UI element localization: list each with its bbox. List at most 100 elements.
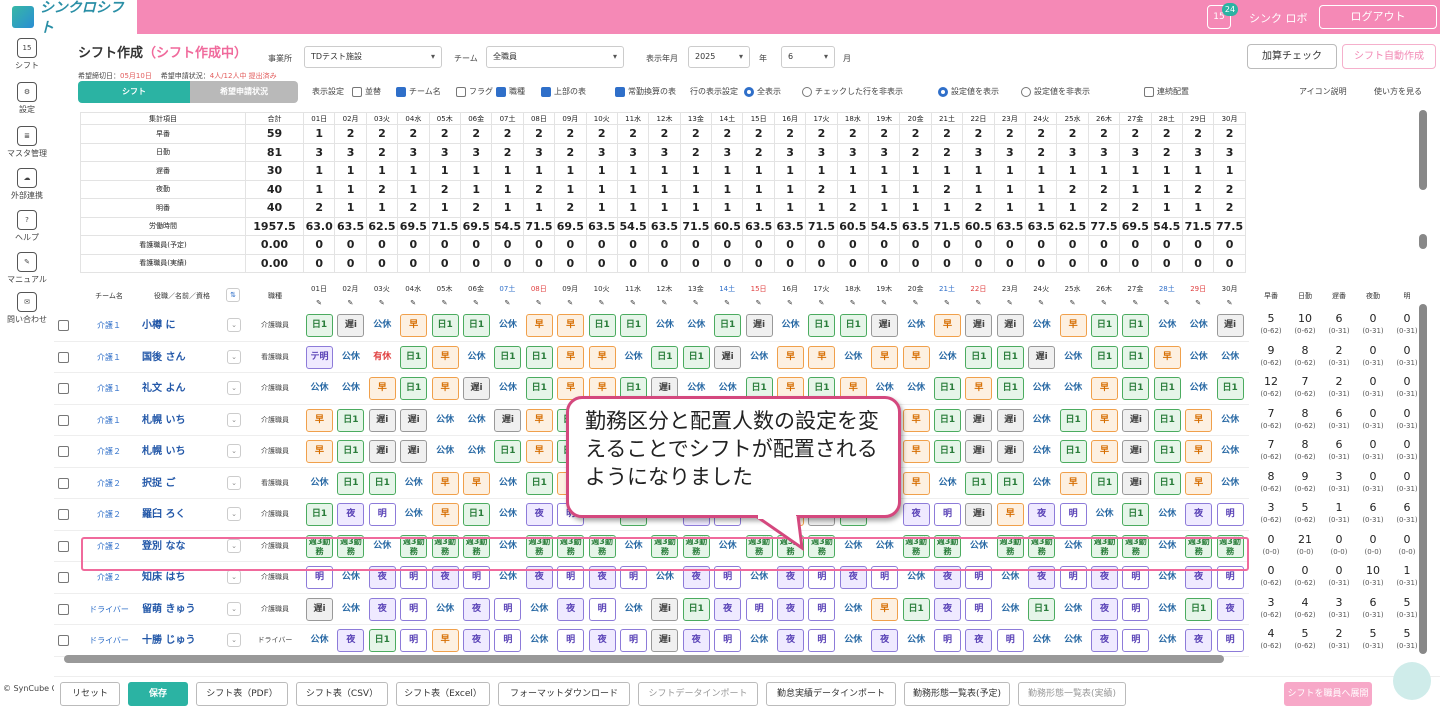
shift-cell[interactable]: 早 xyxy=(902,440,930,463)
shift-cell[interactable]: 遅i xyxy=(1122,440,1150,463)
shift-cell[interactable]: 遅i xyxy=(306,597,333,621)
day-column-header[interactable]: 16月 ✎ xyxy=(775,282,805,310)
attendance-import-button[interactable]: 勤怠実績データインポート xyxy=(766,682,896,706)
checkbox-icon[interactable] xyxy=(1144,86,1154,97)
shift-cell[interactable]: 夜 xyxy=(588,629,616,652)
shift-cell[interactable]: 公休 xyxy=(1216,471,1244,495)
chevron-down-icon[interactable]: ⌄ xyxy=(227,318,241,332)
shift-cell[interactable]: 早 xyxy=(1091,440,1118,463)
day-column-header[interactable]: 09月 ✎ xyxy=(555,282,585,310)
sidebar-item-3[interactable]: ☁ 外部連携 xyxy=(0,168,54,201)
shift-cell[interactable]: 遅i xyxy=(337,314,365,337)
shift-cell[interactable]: 日1 xyxy=(1028,597,1056,621)
shift-cell[interactable]: 公休 xyxy=(431,408,459,432)
shift-cell[interactable]: 日1 xyxy=(1153,440,1181,463)
shift-cell[interactable]: 公休 xyxy=(1153,503,1181,526)
shift-cell[interactable]: 公休 xyxy=(745,629,773,652)
shift-cell[interactable]: 明 xyxy=(368,503,396,526)
reset-button[interactable]: リセット xyxy=(60,682,120,706)
shift-cell[interactable]: 公休 xyxy=(306,629,333,652)
shift-cell[interactable]: 公休 xyxy=(431,440,459,463)
actual-list-button[interactable]: 勤務形態一覧表(実績) xyxy=(1018,682,1126,706)
shift-cell[interactable]: 明 xyxy=(1122,597,1150,621)
shift-cell[interactable]: 夜 xyxy=(337,503,365,526)
pencil-icon[interactable]: ✎ xyxy=(1026,296,1056,310)
shift-cell[interactable]: 日1 xyxy=(400,377,428,400)
app-logo[interactable]: シンクロシフト xyxy=(0,0,137,36)
shift-cell[interactable]: 夜 xyxy=(1216,597,1244,621)
pencil-icon[interactable]: ✎ xyxy=(901,296,931,310)
day-column-header[interactable]: 07土 ✎ xyxy=(492,282,522,310)
shift-cell[interactable]: 公休 xyxy=(463,408,490,432)
shift-cell[interactable]: 早 xyxy=(525,314,553,337)
shift-cell[interactable]: 遅i xyxy=(400,408,428,432)
chevron-down-icon[interactable]: ⌄ xyxy=(227,349,241,364)
shift-cell[interactable]: 遅i xyxy=(965,503,993,526)
shift-cell[interactable]: 日1 xyxy=(400,345,428,369)
shift-cell[interactable]: 公休 xyxy=(1028,314,1056,337)
row-checkbox[interactable] xyxy=(58,635,69,646)
row-checkbox[interactable] xyxy=(58,603,69,615)
row-checkbox[interactable] xyxy=(58,509,69,520)
shift-cell[interactable]: 公休 xyxy=(839,597,867,621)
shift-cell[interactable]: 早 xyxy=(400,314,428,337)
month-select[interactable]: 6 xyxy=(781,46,835,68)
shift-cell[interactable]: 公休 xyxy=(620,345,647,369)
import-button[interactable]: シフトデータインポート xyxy=(638,682,758,706)
shift-cell[interactable]: 公休 xyxy=(902,314,930,337)
pencil-icon[interactable]: ✎ xyxy=(869,296,899,310)
day-column-header[interactable]: 11水 ✎ xyxy=(618,282,648,310)
shift-cell[interactable]: 公休 xyxy=(431,597,459,621)
checkbox-icon[interactable] xyxy=(456,86,466,97)
checkbox-icon[interactable] xyxy=(496,86,506,97)
sidebar-item-0[interactable]: 15 シフト xyxy=(0,38,54,71)
shift-cell[interactable]: 日1 xyxy=(1153,471,1181,495)
shift-cell[interactable]: テ明 xyxy=(306,345,333,369)
shift-cell[interactable]: 日1 xyxy=(965,471,993,495)
shift-cell[interactable]: 早 xyxy=(368,377,396,400)
shift-cell[interactable]: 日1 xyxy=(1091,345,1118,369)
shift-cell[interactable]: 明 xyxy=(934,503,961,526)
option-show_all[interactable]: 全表示 xyxy=(744,86,781,97)
shift-cell[interactable]: 夜 xyxy=(777,629,804,652)
shift-cell[interactable]: 日1 xyxy=(368,471,396,495)
shift-cell[interactable]: 明 xyxy=(714,629,742,652)
shift-cell[interactable]: 公休 xyxy=(306,471,333,495)
pencil-icon[interactable]: ✎ xyxy=(1120,296,1150,310)
radio-icon[interactable] xyxy=(1021,86,1031,97)
pencil-icon[interactable]: ✎ xyxy=(430,296,460,310)
csv-button[interactable]: シフト表（CSV） xyxy=(296,682,388,706)
shift-cell[interactable]: 明 xyxy=(996,629,1024,652)
shift-cell[interactable]: 早 xyxy=(431,629,459,652)
shift-cell[interactable]: 明 xyxy=(494,597,522,621)
shift-cell[interactable]: 公休 xyxy=(1216,440,1244,463)
chevron-down-icon[interactable]: ⌄ xyxy=(227,601,241,616)
day-column-header[interactable]: 10火 ✎ xyxy=(587,282,617,310)
shift-cell[interactable]: 日1 xyxy=(1091,471,1118,495)
shift-cell[interactable]: 公休 xyxy=(1028,377,1056,400)
shift-cell[interactable]: 夜 xyxy=(1091,597,1118,621)
option-fulltime[interactable]: 常勤換算の表 xyxy=(615,86,676,97)
shift-cell[interactable]: 公休 xyxy=(1059,629,1087,652)
staff-name[interactable]: 留萌 きゅう xyxy=(142,594,195,625)
shift-cell[interactable]: 公休 xyxy=(745,345,773,369)
shift-cell[interactable]: 日1 xyxy=(620,314,647,337)
checkbox-icon[interactable] xyxy=(352,86,362,97)
shift-cell[interactable]: 早 xyxy=(306,408,333,432)
pencil-icon[interactable]: ✎ xyxy=(524,296,554,310)
shift-cell[interactable]: 遅i xyxy=(996,314,1024,337)
mascot-icon[interactable] xyxy=(1393,662,1431,700)
plan-list-button[interactable]: 勤務形態一覧表(予定) xyxy=(904,682,1010,706)
format-download-button[interactable]: フォーマットダウンロード xyxy=(498,682,630,706)
chevron-down-icon[interactable]: ⌄ xyxy=(227,633,241,647)
shift-cell[interactable]: 遅i xyxy=(651,597,679,621)
shift-cell[interactable]: 遅i xyxy=(651,629,679,652)
shift-cell[interactable]: 日1 xyxy=(337,408,365,432)
shift-cell[interactable]: 公休 xyxy=(306,377,333,400)
day-column-header[interactable]: 06金 ✎ xyxy=(461,282,491,310)
shift-cell[interactable]: 早 xyxy=(431,503,459,526)
logout-button[interactable]: ログアウト xyxy=(1319,5,1437,29)
shift-cell[interactable]: 夜 xyxy=(871,629,899,652)
chevron-down-icon[interactable]: ⌄ xyxy=(227,570,241,584)
shift-cell[interactable]: 日1 xyxy=(996,471,1024,495)
